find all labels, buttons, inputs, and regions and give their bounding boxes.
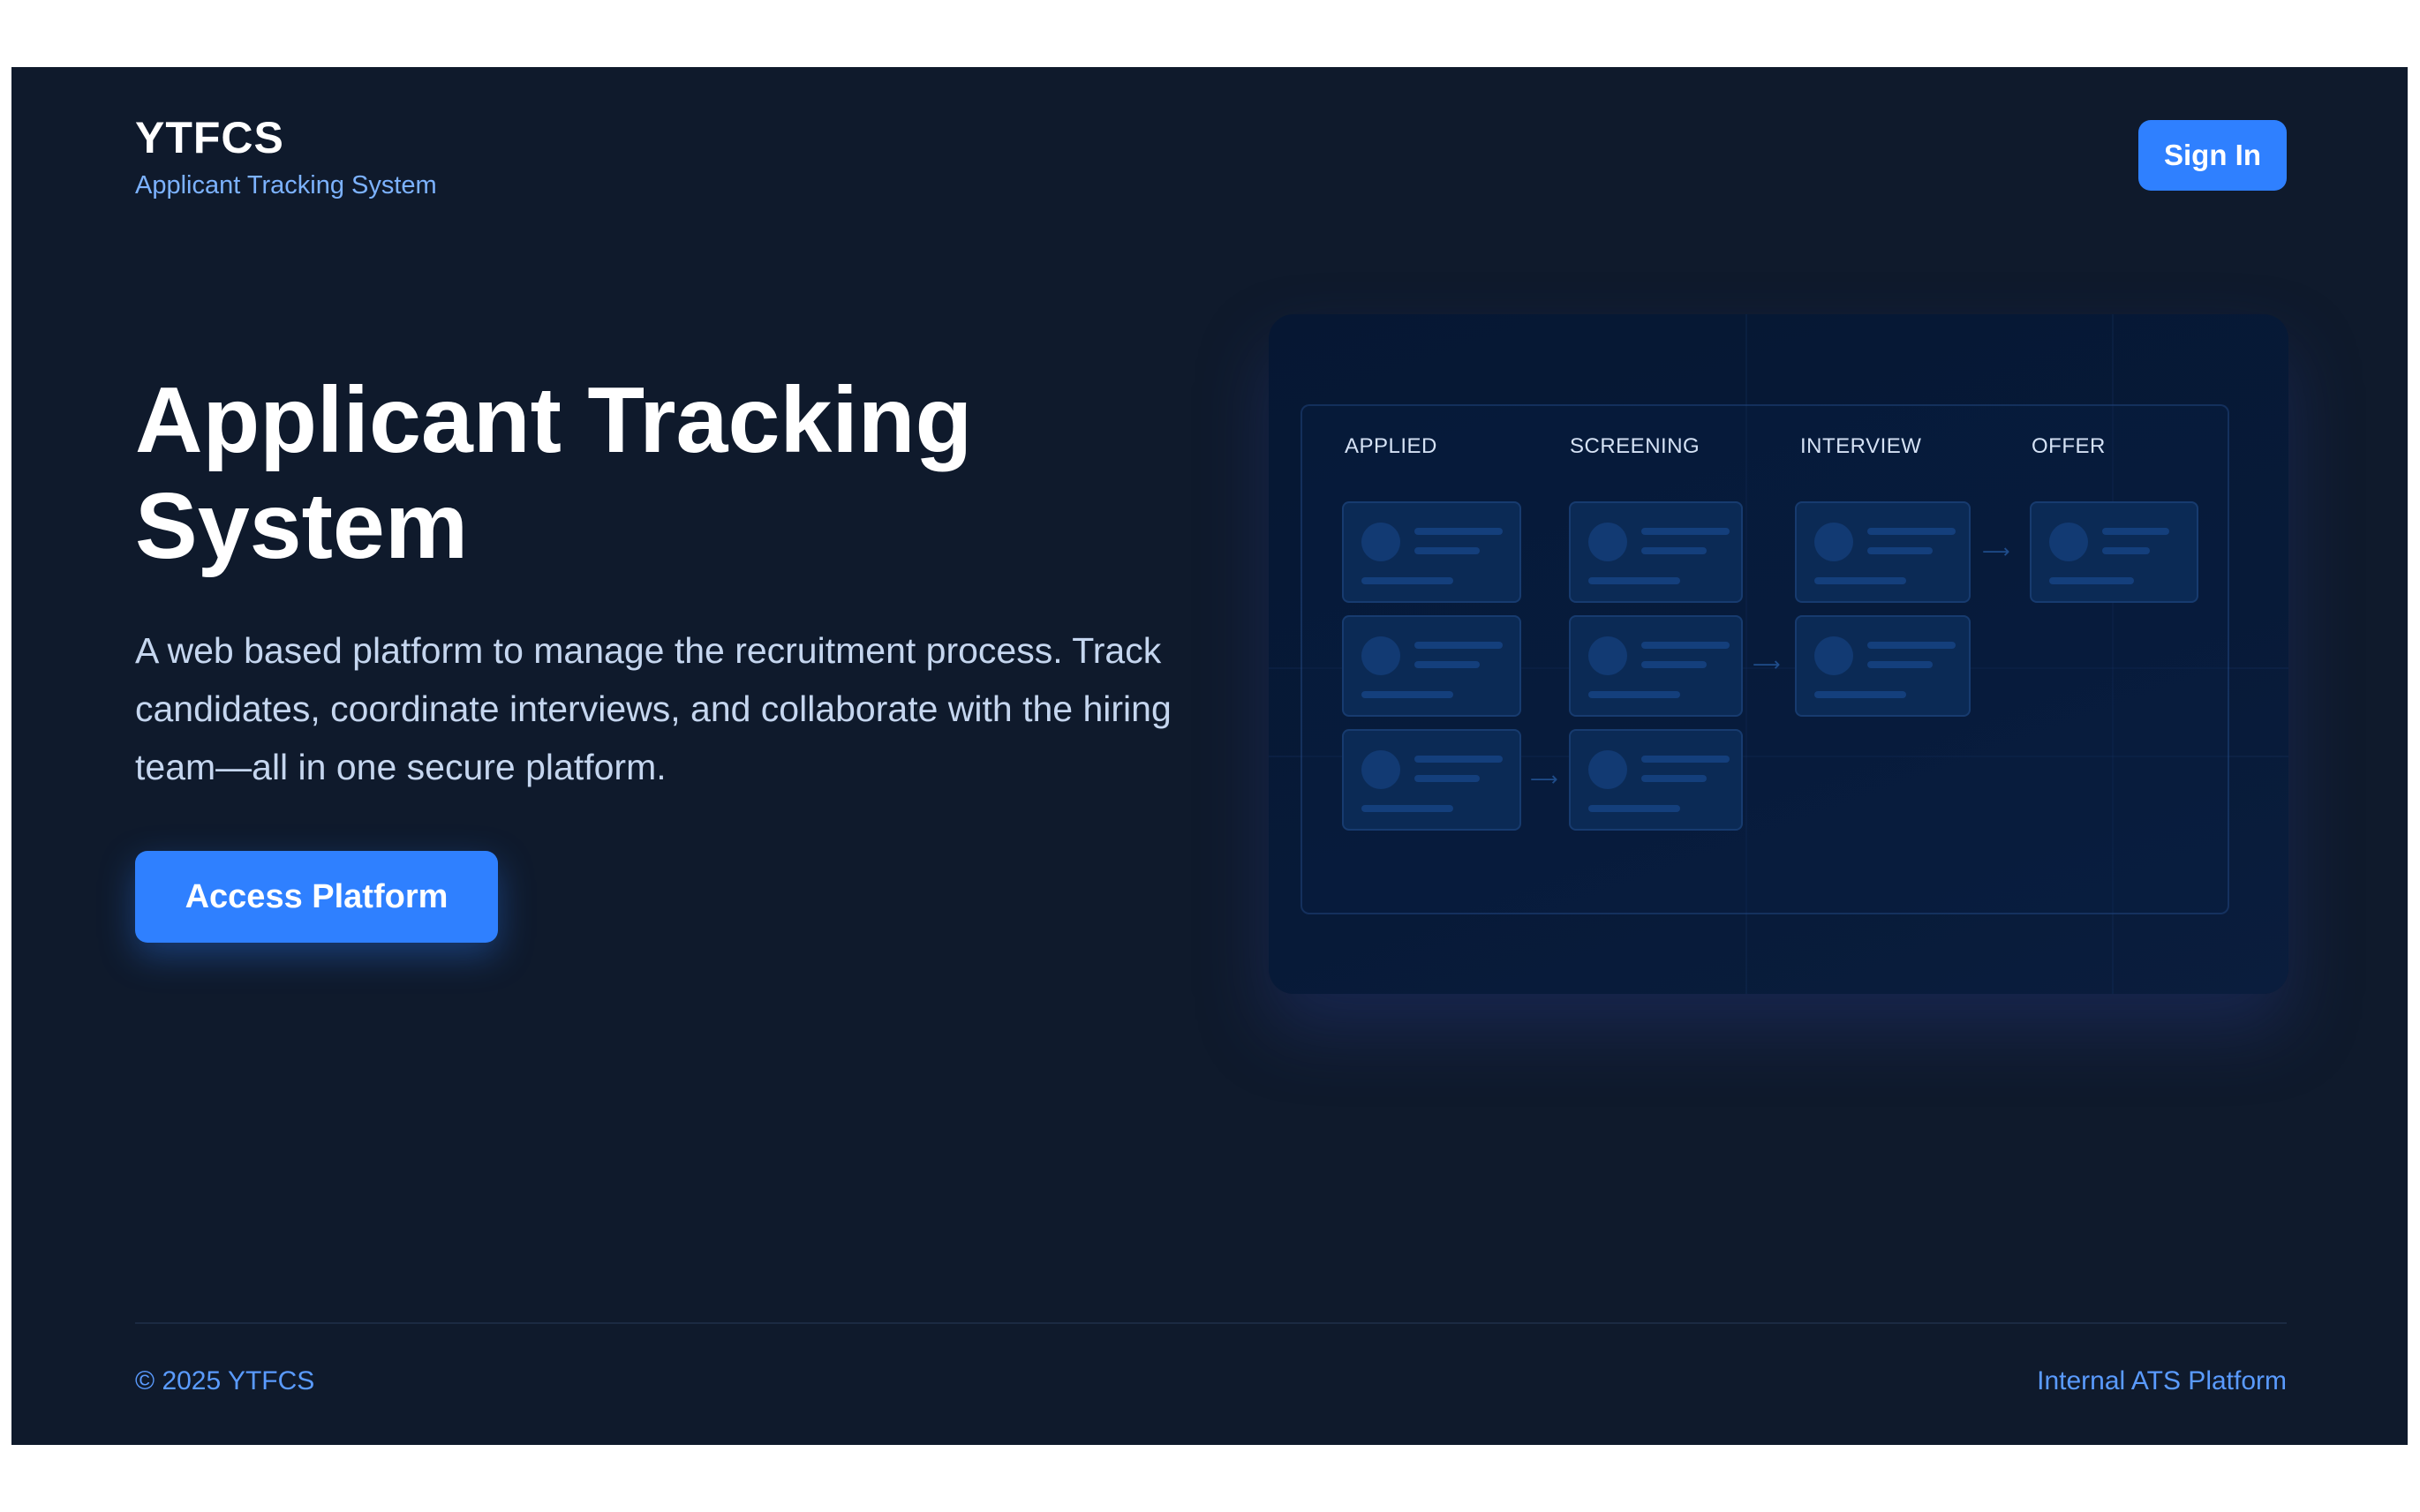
avatar: [1361, 523, 1400, 561]
candidate-card: [1342, 729, 1521, 831]
candidate-card: [1342, 615, 1521, 717]
avatar: [1361, 636, 1400, 675]
access-platform-button[interactable]: Access Platform: [135, 851, 498, 943]
column-label-screening: SCREENING: [1570, 434, 1700, 458]
avatar: [1588, 636, 1627, 675]
column-label-offer: OFFER: [2032, 434, 2106, 458]
pipeline-board: APPLIED SCREENING INTERVIEW OFFER ⟶ ⟶ ⟶: [1300, 404, 2229, 914]
candidate-card: [1795, 501, 1971, 603]
candidate-card: [1569, 501, 1743, 603]
footer-tagline: Internal ATS Platform: [2037, 1366, 2287, 1395]
candidate-card: [2030, 501, 2198, 603]
landing-page: YTFCS Applicant Tracking System Sign In …: [11, 67, 2408, 1445]
hero-description: A web based platform to manage the recru…: [135, 630, 1172, 787]
hero-title: Applicant Tracking System: [135, 368, 973, 578]
avatar: [1814, 636, 1853, 675]
brand-subtitle: Applicant Tracking System: [135, 170, 437, 199]
pipeline-illustration: APPLIED SCREENING INTERVIEW OFFER ⟶ ⟶ ⟶: [1269, 314, 2288, 994]
candidate-card: [1569, 729, 1743, 831]
avatar: [2049, 523, 2088, 561]
footer-divider: [135, 1322, 2287, 1324]
avatar: [1814, 523, 1853, 561]
arrow-icon: ⟶: [1753, 653, 1781, 675]
brand-name: YTFCS: [135, 113, 284, 162]
candidate-card: [1795, 615, 1971, 717]
column-label-interview: INTERVIEW: [1800, 434, 1922, 458]
candidate-card: [1342, 501, 1521, 603]
column-label-applied: APPLIED: [1345, 434, 1437, 458]
avatar: [1588, 750, 1627, 789]
candidate-card: [1569, 615, 1743, 717]
footer-copyright: © 2025 YTFCS: [135, 1366, 315, 1395]
avatar: [1588, 523, 1627, 561]
arrow-icon: ⟶: [1530, 768, 1558, 790]
avatar: [1361, 750, 1400, 789]
brand: YTFCS Applicant Tracking System: [135, 113, 437, 200]
arrow-icon: ⟶: [1982, 540, 2010, 562]
sign-in-button[interactable]: Sign In: [2138, 120, 2287, 191]
